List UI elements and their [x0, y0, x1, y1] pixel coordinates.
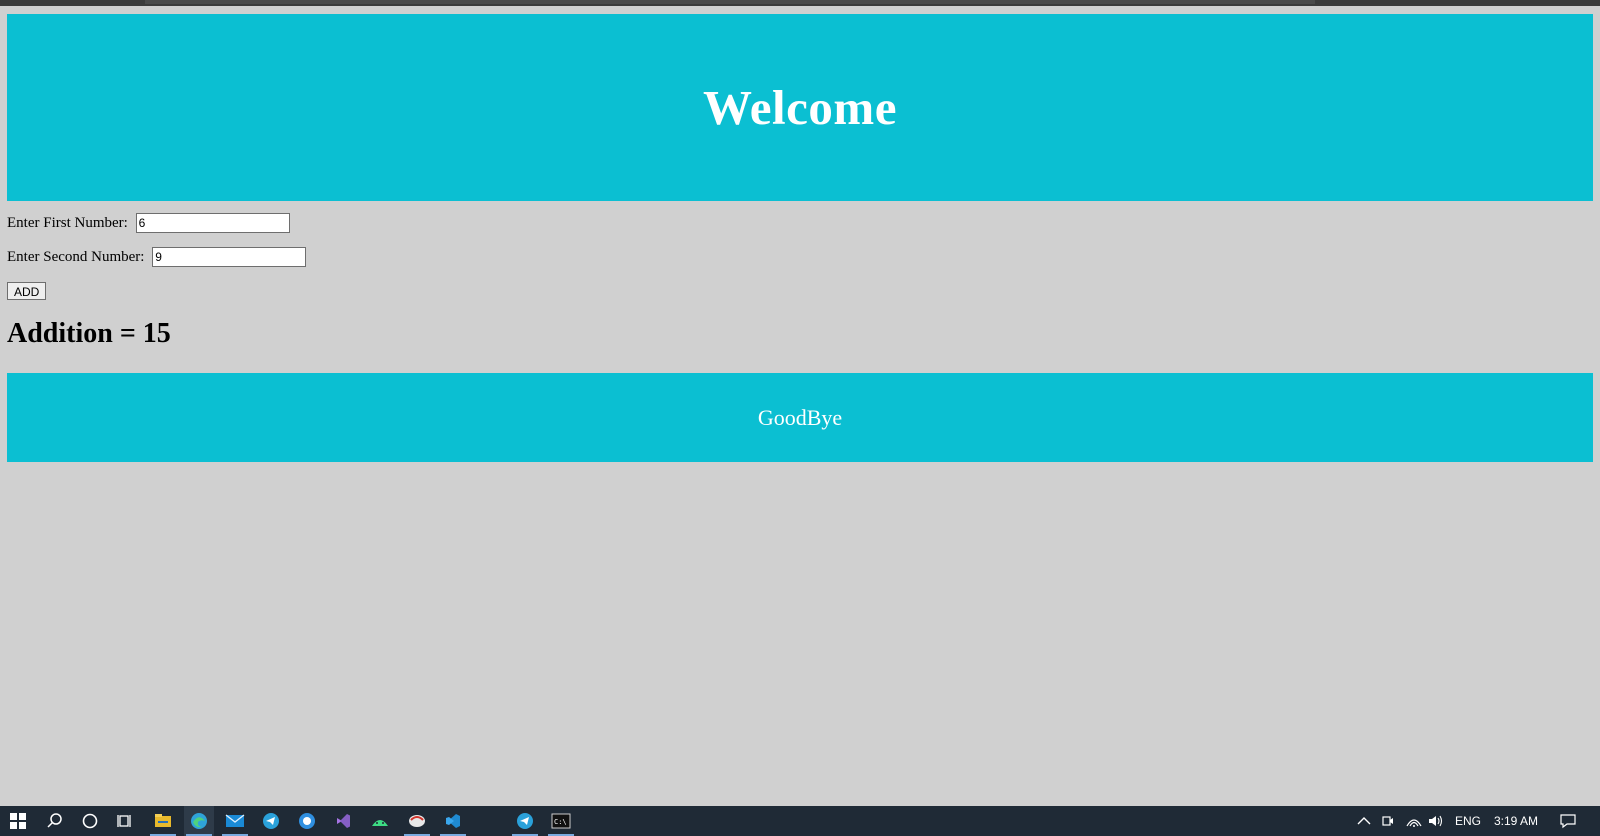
goodbye-footer: GoodBye [7, 373, 1593, 462]
first-number-input[interactable] [135, 213, 290, 233]
second-number-label: Enter Second Number: [7, 248, 149, 265]
addition-form: Enter First Number: Enter Second Number:… [7, 212, 307, 314]
second-number-row: Enter Second Number: [7, 246, 307, 268]
taskbar: C:\ ENG 3:19 AM [0, 806, 1600, 836]
cortana-icon[interactable] [75, 806, 105, 836]
browser-icon[interactable] [292, 806, 322, 836]
add-button[interactable]: ADD [7, 282, 47, 300]
show-hidden-icons-icon[interactable] [1357, 806, 1371, 836]
first-number-row: Enter First Number: [7, 212, 306, 234]
app-icon[interactable] [402, 806, 432, 836]
terminal-icon[interactable]: C:\ [546, 806, 576, 836]
windows-start-icon[interactable] [3, 806, 33, 836]
action-center-icon[interactable] [1560, 806, 1576, 836]
footer-text: GoodBye [757, 404, 843, 430]
telegram-icon[interactable] [510, 806, 540, 836]
wifi-icon[interactable] [1406, 806, 1422, 836]
clock[interactable]: 3:19 AM [1494, 806, 1538, 836]
file-explorer-icon[interactable] [148, 806, 178, 836]
edge-icon[interactable] [184, 806, 214, 836]
svg-text:C:\: C:\ [554, 818, 567, 826]
search-icon[interactable] [40, 806, 70, 836]
volume-icon[interactable] [1428, 806, 1444, 836]
task-view-icon[interactable] [110, 806, 140, 836]
add-row: ADD [7, 280, 306, 302]
vscode-icon[interactable] [438, 806, 468, 836]
browser-top-strip [0, 0, 1600, 6]
mail-icon[interactable] [220, 806, 250, 836]
second-number-input[interactable] [152, 247, 307, 267]
welcome-header: Welcome [7, 14, 1593, 201]
first-number-label: Enter First Number: [7, 214, 132, 231]
meet-now-icon[interactable] [1381, 806, 1395, 836]
android-studio-icon[interactable] [365, 806, 395, 836]
addition-result: Addition = 15 [7, 318, 171, 349]
page-title: Welcome [703, 80, 897, 135]
telegram-icon[interactable] [256, 806, 286, 836]
visual-studio-icon[interactable] [328, 806, 358, 836]
language-indicator[interactable]: ENG [1455, 806, 1481, 836]
